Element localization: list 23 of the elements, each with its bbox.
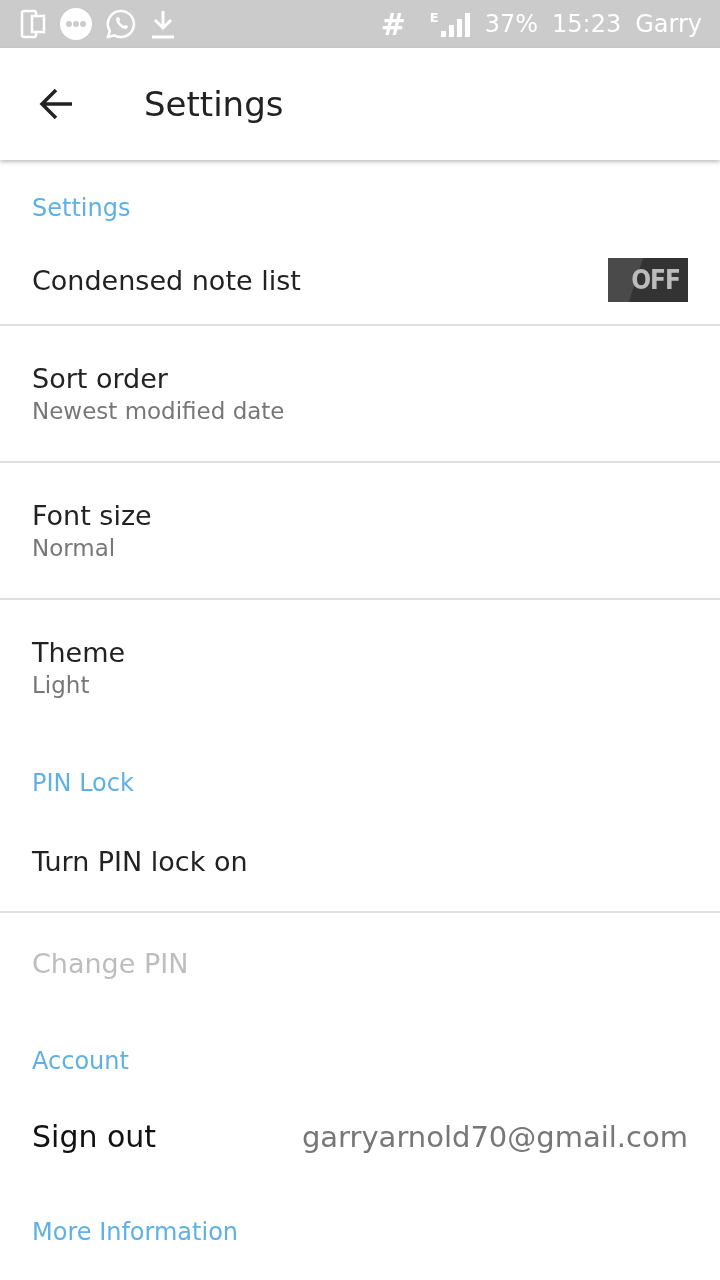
signal-icon: [440, 11, 471, 37]
toggle-switch[interactable]: OFF: [608, 258, 688, 302]
section-header: PIN Lock: [31, 768, 135, 799]
setting-title[interactable]: Font size: [32, 500, 152, 531]
back-button[interactable]: [38, 86, 74, 122]
account-email: garryarnold70@gmail.com: [301, 1119, 688, 1154]
setting-title[interactable]: Sort order: [32, 363, 168, 394]
setting-summary: Light: [32, 672, 90, 698]
phone-tablet-icon: [20, 9, 46, 39]
download-icon: [150, 9, 176, 39]
toolbar-title: Settings: [144, 84, 284, 124]
section-header: Account: [31, 1046, 130, 1077]
sign-out-link[interactable]: Sign out: [32, 1119, 157, 1154]
chat-bubble-icon: [106, 9, 136, 39]
status-hash: #: [380, 6, 406, 42]
section-header: Settings: [31, 193, 132, 224]
more-icon: [60, 8, 92, 40]
setting-summary: Newest modified date: [32, 398, 285, 424]
section-header: More Information: [31, 1217, 240, 1248]
setting-summary: Normal: [32, 535, 116, 561]
setting-title[interactable]: Turn PIN lock on: [32, 845, 248, 877]
setting-title[interactable]: Theme: [32, 637, 126, 668]
setting-title: Condensed note list: [32, 264, 301, 296]
